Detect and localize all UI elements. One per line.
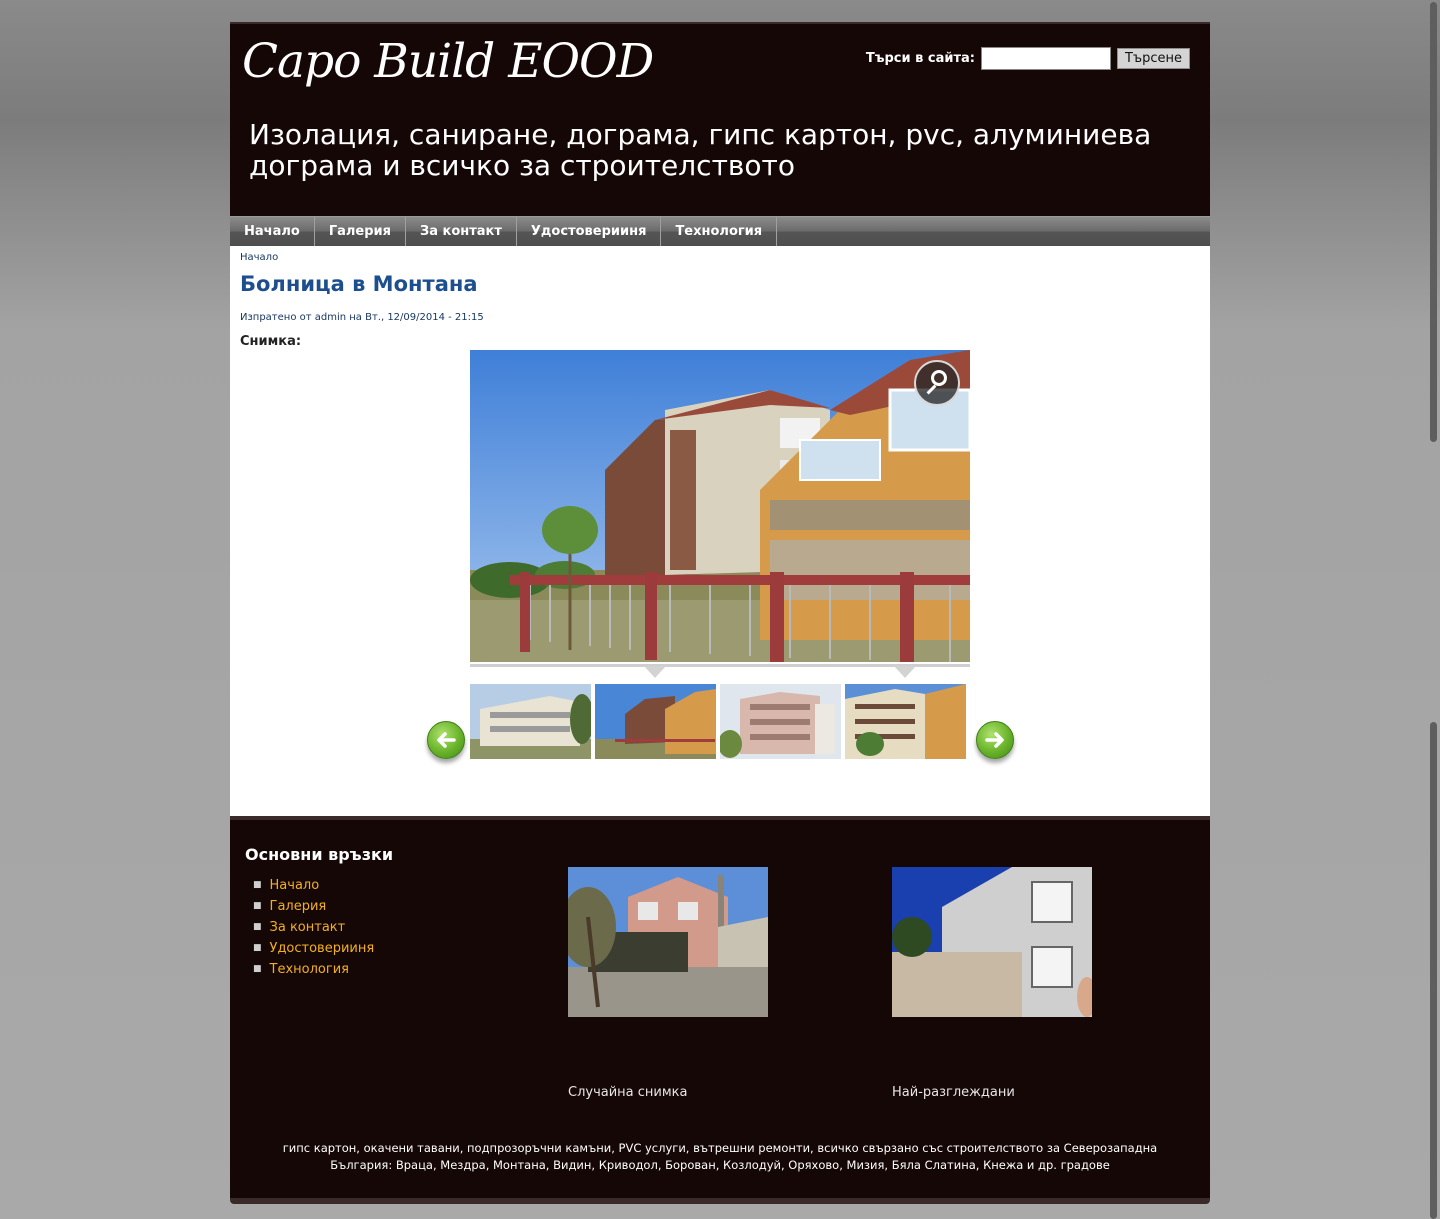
footer-link-certificates[interactable]: Удостоверииня bbox=[270, 941, 375, 956]
search-input[interactable] bbox=[980, 47, 1111, 70]
nav-item-home[interactable]: Начало bbox=[230, 217, 315, 246]
gallery-thumbnail-4[interactable] bbox=[845, 684, 966, 759]
search-label: Търси в сайта: bbox=[865, 51, 975, 66]
breadcrumb[interactable]: Начало bbox=[240, 252, 278, 263]
gallery-thumbnail-1[interactable] bbox=[470, 684, 591, 759]
site-header: Capo Build EOOD Търси в сайта: Търсене И… bbox=[230, 22, 1210, 216]
nav-item-gallery[interactable]: Галерия bbox=[315, 217, 406, 246]
page-title: Болница в Монтана bbox=[240, 272, 478, 296]
page-container: Capo Build EOOD Търси в сайта: Търсене И… bbox=[230, 22, 1210, 1204]
scrollbar[interactable] bbox=[1430, 0, 1438, 1219]
footer-links-list: ■ Начало ■ Галерия ■ За контакт ■ Удостовери… bbox=[253, 875, 374, 980]
gallery-thumbnail-2[interactable] bbox=[595, 684, 716, 759]
footer-link-item[interactable]: ■ Удостоверииня bbox=[253, 938, 374, 959]
site-footer: Основни връзки ■ Начало ■ Галерия ■ За конт… bbox=[230, 816, 1210, 1204]
rail-pointer bbox=[894, 666, 916, 678]
footer-link-gallery[interactable]: Галерия bbox=[270, 899, 327, 914]
photo-field-label: Снимка: bbox=[240, 334, 302, 349]
main-content: Начало Болница в Монтана Изпратено от ad… bbox=[230, 246, 1210, 816]
footer-link-item[interactable]: ■ Галерия bbox=[253, 896, 374, 917]
most-viewed-photo-image[interactable] bbox=[892, 867, 1092, 1017]
gallery-thumbnail-3[interactable] bbox=[720, 684, 841, 759]
footer-link-item[interactable]: ■ Технология bbox=[253, 959, 374, 980]
site-slogan: Изолация, саниране, дограма, гипс картон… bbox=[249, 118, 1152, 182]
nav-item-contact[interactable]: За контакт bbox=[406, 217, 517, 246]
rail-pointer bbox=[644, 666, 666, 678]
random-photo-image[interactable] bbox=[568, 867, 768, 1017]
footer-link-technology[interactable]: Технология bbox=[270, 962, 349, 977]
arrow-left-icon[interactable] bbox=[427, 721, 465, 759]
page-bottom-edge bbox=[230, 1198, 1210, 1204]
random-photo-caption: Случайна снимка bbox=[568, 1085, 688, 1100]
nav-item-technology[interactable]: Технология bbox=[661, 217, 778, 246]
footer-description: гипс картон, окачени тавани, подпрозоръч… bbox=[282, 1141, 1158, 1172]
submitted-info: Изпратено от admin на Вт., 12/09/2014 - … bbox=[240, 312, 484, 323]
footer-link-home[interactable]: Начало bbox=[270, 878, 320, 893]
footer-link-contact[interactable]: За контакт bbox=[270, 920, 346, 935]
scrollbar-thumb-bottom[interactable] bbox=[1430, 722, 1437, 1219]
main-gallery-photo[interactable] bbox=[470, 350, 970, 662]
arrow-right-icon[interactable] bbox=[976, 721, 1014, 759]
search-form: Търси в сайта: Търсене bbox=[866, 47, 1190, 70]
thumbnail-rail bbox=[470, 664, 970, 678]
magnifier-icon[interactable] bbox=[914, 360, 960, 406]
footer-link-item[interactable]: ■ За контакт bbox=[253, 917, 374, 938]
footer-link-item[interactable]: ■ Начало bbox=[253, 875, 374, 896]
main-nav: Начало Галерия За контакт Удостоверииня … bbox=[230, 216, 1210, 246]
most-viewed-caption: Най-разглеждани bbox=[892, 1085, 1015, 1100]
nav-item-certificates[interactable]: Удостоверииня bbox=[517, 217, 662, 246]
scrollbar-thumb-top[interactable] bbox=[1430, 2, 1437, 442]
search-button[interactable]: Търсене bbox=[1116, 48, 1190, 69]
site-logo[interactable]: Capo Build EOOD bbox=[242, 34, 654, 89]
footer-links-title: Основни връзки bbox=[245, 845, 394, 864]
